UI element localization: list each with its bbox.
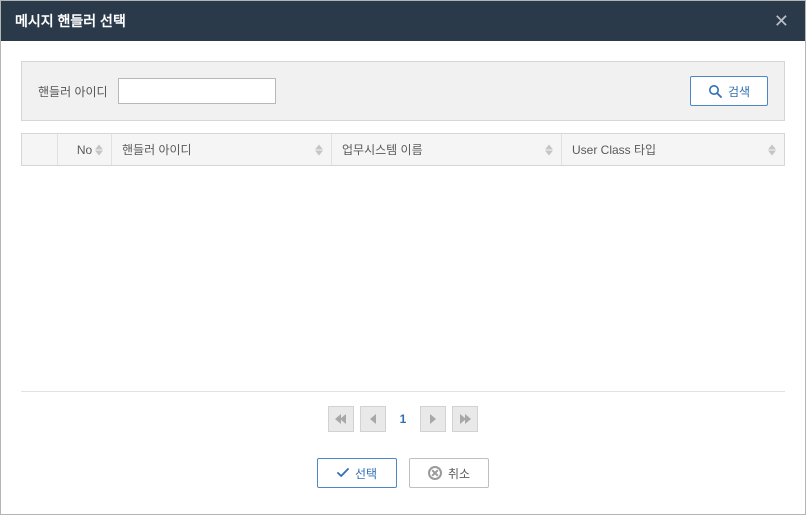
column-user-class-type-label: User Class 타입 bbox=[572, 143, 656, 157]
double-chevron-left-icon bbox=[335, 414, 346, 424]
cancel-button[interactable]: 취소 bbox=[409, 458, 489, 488]
handler-id-label: 핸들러 아이디 bbox=[38, 83, 108, 100]
sort-icon bbox=[545, 144, 553, 155]
search-icon bbox=[708, 84, 722, 98]
column-no-label: No bbox=[77, 143, 92, 157]
search-button[interactable]: 검색 bbox=[690, 76, 768, 106]
column-no[interactable]: No bbox=[58, 134, 112, 166]
footer-buttons: 선택 취소 bbox=[21, 458, 785, 488]
column-user-class-type[interactable]: User Class 타입 bbox=[562, 134, 785, 166]
column-handler-id[interactable]: 핸들러 아이디 bbox=[112, 134, 332, 166]
table-body-empty bbox=[21, 166, 785, 379]
pager-current-page[interactable]: 1 bbox=[392, 412, 415, 426]
search-button-label: 검색 bbox=[728, 83, 750, 100]
double-chevron-right-icon bbox=[460, 414, 471, 424]
cancel-icon bbox=[428, 466, 442, 480]
sort-icon bbox=[768, 144, 776, 155]
column-system-name-label: 업무시스템 이름 bbox=[342, 143, 423, 157]
search-panel: 핸들러 아이디 검색 bbox=[21, 61, 785, 121]
sort-icon bbox=[95, 144, 103, 155]
table-wrap: No 핸들러 아이디 업무시스템 이름 User Class 타입 bbox=[21, 133, 785, 494]
dialog-body: 핸들러 아이디 검색 No bbox=[1, 41, 805, 514]
dialog-title: 메시지 핸들러 선택 bbox=[15, 11, 126, 31]
pager-prev-button[interactable] bbox=[360, 406, 386, 432]
column-checkbox[interactable] bbox=[22, 134, 58, 166]
pager-last-button[interactable] bbox=[452, 406, 478, 432]
check-icon bbox=[337, 468, 349, 478]
pager: 1 bbox=[21, 406, 785, 432]
search-left: 핸들러 아이디 bbox=[38, 78, 276, 104]
handler-id-input[interactable] bbox=[118, 78, 276, 104]
pager-first-button[interactable] bbox=[328, 406, 354, 432]
dialog: 메시지 핸들러 선택 ✕ 핸들러 아이디 검색 bbox=[0, 0, 806, 515]
column-system-name[interactable]: 업무시스템 이름 bbox=[332, 134, 562, 166]
results-table: No 핸들러 아이디 업무시스템 이름 User Class 타입 bbox=[21, 133, 785, 166]
chevron-left-icon bbox=[370, 414, 376, 424]
select-button[interactable]: 선택 bbox=[317, 458, 397, 488]
close-icon: ✕ bbox=[774, 11, 789, 31]
sort-icon bbox=[315, 144, 323, 155]
dialog-header: 메시지 핸들러 선택 ✕ bbox=[1, 1, 805, 41]
column-handler-id-label: 핸들러 아이디 bbox=[122, 143, 192, 157]
pager-divider bbox=[21, 391, 785, 392]
cancel-button-label: 취소 bbox=[448, 465, 470, 482]
close-button[interactable]: ✕ bbox=[772, 12, 791, 30]
table-header-row: No 핸들러 아이디 업무시스템 이름 User Class 타입 bbox=[22, 134, 785, 166]
select-button-label: 선택 bbox=[355, 465, 377, 482]
pager-next-button[interactable] bbox=[420, 406, 446, 432]
chevron-right-icon bbox=[430, 414, 436, 424]
